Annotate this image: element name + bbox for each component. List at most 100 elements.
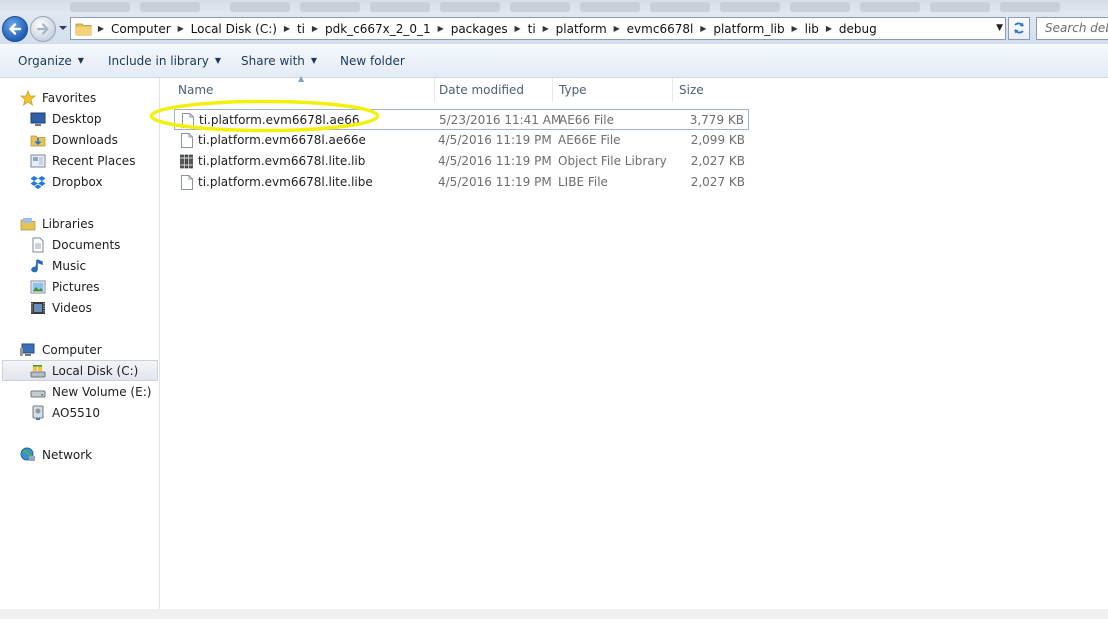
breadcrumb-debug[interactable]: ▶ debug xyxy=(821,22,879,36)
file-size: 2,099 KB xyxy=(690,133,745,147)
nav-network[interactable]: Network xyxy=(20,444,92,465)
blurred-tab xyxy=(370,2,430,12)
nav-label: Network xyxy=(42,447,93,462)
file-size: 2,027 KB xyxy=(690,154,745,168)
column-header-label: Size xyxy=(679,83,704,97)
back-button[interactable] xyxy=(2,16,28,42)
include-in-library-button[interactable]: Include in library ▼ xyxy=(108,54,221,68)
nav-recent-places[interactable]: Recent Places xyxy=(30,150,135,171)
generic-file-icon xyxy=(181,175,193,190)
new-folder-button[interactable]: New folder xyxy=(340,54,405,68)
nav-label: Documents xyxy=(52,237,121,252)
libraries-icon xyxy=(20,216,36,232)
nav-label: Dropbox xyxy=(52,174,103,189)
file-date-modified: 4/5/2016 11:19 PM xyxy=(438,175,552,189)
column-header-label: Date modified xyxy=(439,83,525,97)
nav-label: Desktop xyxy=(52,111,102,126)
nav-label: Favorites xyxy=(42,90,97,105)
refresh-button[interactable] xyxy=(1008,17,1030,40)
breadcrumb-label: evmc6678l xyxy=(626,21,694,36)
file-name: ti.platform.evm6678l.lite.lib xyxy=(198,154,366,168)
nav-label: Computer xyxy=(42,342,102,357)
file-name: ti.platform.evm6678l.lite.libe xyxy=(198,175,373,189)
breadcrumb-ti-2[interactable]: ▶ ti xyxy=(510,22,538,36)
include-in-library-label: Include in library xyxy=(108,53,209,68)
nav-label: AO5510 xyxy=(52,405,100,420)
share-with-button[interactable]: Share with ▼ xyxy=(241,54,317,68)
breadcrumb-ti[interactable]: ▶ ti xyxy=(279,22,307,36)
file-row[interactable]: ti.platform.evm6678l.lite.lib 4/5/2016 1… xyxy=(174,151,749,172)
breadcrumb-lib[interactable]: ▶ lib xyxy=(787,22,821,36)
nav-downloads[interactable]: Downloads xyxy=(30,129,118,150)
breadcrumb-label: platform_lib xyxy=(713,21,785,36)
breadcrumb-label: lib xyxy=(804,21,819,36)
forward-button[interactable] xyxy=(30,16,56,42)
file-row[interactable]: ti.platform.evm6678l.ae66e 4/5/2016 11:1… xyxy=(174,130,749,151)
file-name: ti.platform.evm6678l.ae66e xyxy=(198,133,366,147)
file-row[interactable]: ti.platform.evm6678l.lite.libe 4/5/2016 … xyxy=(174,172,749,193)
file-row[interactable]: ti.platform.evm6678l.ae66 5/23/2016 11:4… xyxy=(174,109,749,130)
address-dropdown-icon[interactable]: ▼ xyxy=(996,23,1003,33)
column-headers: ▲ Name Date modified Type Size xyxy=(160,74,1108,102)
breadcrumb-platform[interactable]: ▶ platform xyxy=(538,22,609,36)
star-icon xyxy=(20,89,36,106)
nav-label: Downloads xyxy=(52,132,118,147)
organize-label: Organize xyxy=(18,53,72,68)
address-bar[interactable]: ▶ Computer ▶ Local Disk (C:) ▶ ti ▶ pdk_c667… xyxy=(70,17,1006,40)
nav-videos[interactable]: Videos xyxy=(30,297,92,318)
breadcrumb-label: Local Disk (C:) xyxy=(190,21,277,36)
generic-file-icon xyxy=(181,133,193,148)
refresh-icon xyxy=(1014,22,1024,34)
breadcrumb-computer[interactable]: ▶ Computer xyxy=(93,22,173,36)
recent-pages-dropdown-icon[interactable] xyxy=(58,23,68,33)
column-header-name[interactable]: Name xyxy=(172,78,435,102)
blurred-tab xyxy=(510,2,570,12)
nav-label: Recent Places xyxy=(52,153,136,168)
nav-favorites[interactable]: Favorites xyxy=(20,87,96,108)
navigation-pane: Favorites Desktop Downloads Recent Place… xyxy=(0,78,160,609)
nav-label: Local Disk (C:) xyxy=(52,363,139,378)
local-disk-icon xyxy=(30,363,46,379)
blurred-tab xyxy=(300,2,360,12)
breadcrumb-platform-lib[interactable]: ▶ platform_lib xyxy=(695,22,786,36)
file-size: 3,779 KB xyxy=(689,113,744,127)
nav-dropbox[interactable]: Dropbox xyxy=(30,171,103,192)
search-input[interactable]: Search debug xyxy=(1036,17,1108,40)
file-type: Object File Library xyxy=(558,154,667,168)
blurred-tab xyxy=(1000,2,1060,12)
breadcrumb-packages[interactable]: ▶ packages xyxy=(433,22,510,36)
breadcrumb-pdk[interactable]: ▶ pdk_c667x_2_0_1 xyxy=(307,22,433,36)
folder-icon xyxy=(75,22,93,36)
column-header-size[interactable]: Size xyxy=(673,78,749,102)
breadcrumb-evmc6678l[interactable]: ▶ evmc6678l xyxy=(609,22,696,36)
new-folder-label: New folder xyxy=(340,53,405,68)
nav-label: New Volume (E:) xyxy=(52,384,152,399)
breadcrumb-label: pdk_c667x_2_0_1 xyxy=(325,21,431,36)
blurred-tab xyxy=(930,2,990,12)
share-with-label: Share with xyxy=(241,53,305,68)
network-icon xyxy=(20,447,36,463)
computer-icon xyxy=(20,342,36,358)
nav-documents[interactable]: Documents xyxy=(30,234,120,255)
organize-button[interactable]: Organize ▼ xyxy=(18,54,84,68)
breadcrumb-local-disk[interactable]: ▶ Local Disk (C:) xyxy=(173,22,279,36)
dropbox-icon xyxy=(30,174,46,190)
file-type: AE66E File xyxy=(558,133,621,147)
nav-desktop[interactable]: Desktop xyxy=(30,108,102,129)
blurred-tab xyxy=(230,2,290,12)
dropdown-caret-icon: ▼ xyxy=(77,56,84,65)
documents-icon xyxy=(30,237,46,253)
column-header-type[interactable]: Type xyxy=(553,78,673,102)
nav-new-volume[interactable]: New Volume (E:) xyxy=(30,381,151,402)
music-icon xyxy=(30,258,46,274)
nav-ao5510[interactable]: AO5510 xyxy=(30,402,100,423)
recent-places-icon xyxy=(30,153,46,169)
window-bottom-edge xyxy=(0,609,1108,619)
blurred-tab xyxy=(720,2,780,12)
column-header-date-modified[interactable]: Date modified xyxy=(433,78,553,102)
nav-pictures[interactable]: Pictures xyxy=(30,276,100,297)
nav-local-disk[interactable]: Local Disk (C:) xyxy=(30,360,138,381)
nav-libraries[interactable]: Libraries xyxy=(20,213,94,234)
nav-computer[interactable]: Computer xyxy=(20,339,102,360)
nav-music[interactable]: Music xyxy=(30,255,86,276)
